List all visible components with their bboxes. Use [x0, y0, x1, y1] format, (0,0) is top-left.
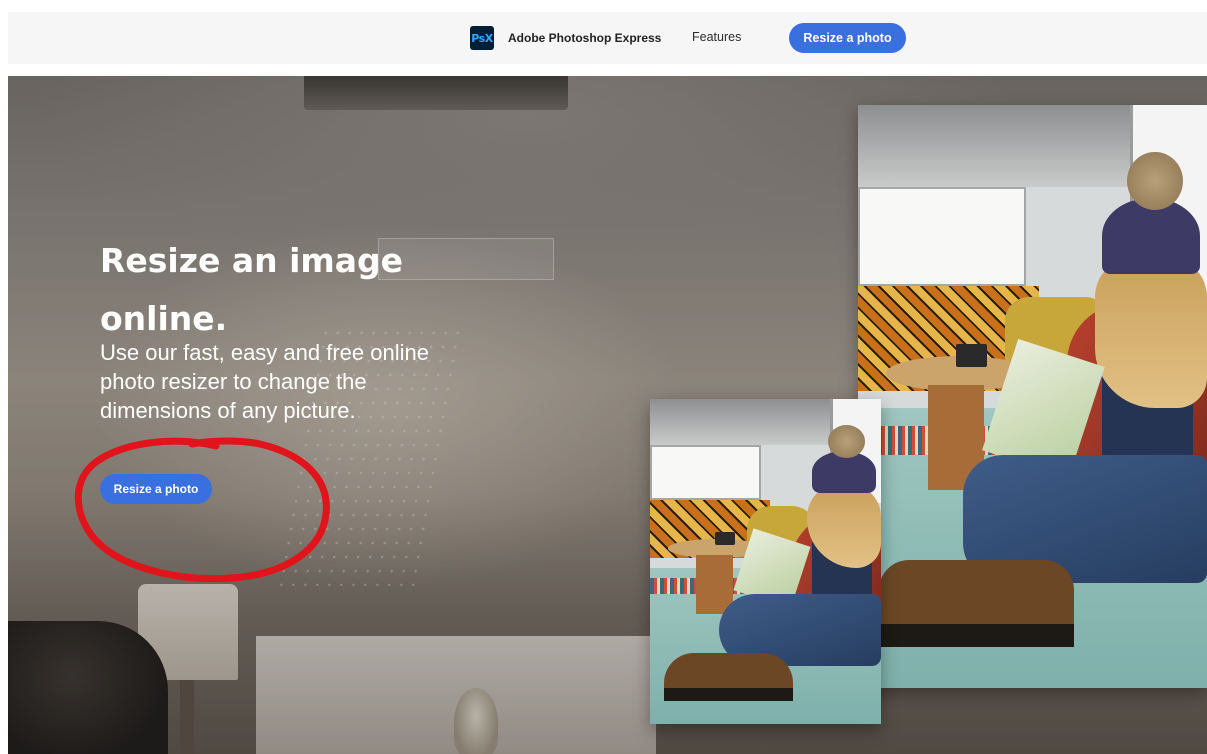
psx-logo-icon: PsX: [470, 26, 494, 50]
scene-camera: [714, 532, 736, 546]
hero-section: Resize an image online. Use our fast, ea…: [8, 76, 1207, 754]
scene-camera: [955, 344, 988, 368]
scene-pompom: [1126, 151, 1183, 210]
airstream-scene: [858, 105, 1207, 688]
large-sample-photo: [858, 105, 1207, 688]
scene-boot-soles: [663, 688, 794, 702]
hero-subtitle: Use our fast, easy and free online photo…: [100, 340, 429, 423]
scene-pompom: [827, 425, 865, 458]
hero-resize-photo-button[interactable]: Resize a photo: [100, 474, 212, 504]
scene-window: [650, 444, 761, 500]
brand-link[interactable]: PsX Adobe Photoshop Express: [470, 25, 661, 51]
features-link[interactable]: Features: [692, 30, 741, 44]
airstream-scene-small: [650, 399, 881, 724]
nav-resize-photo-button[interactable]: Resize a photo: [789, 23, 906, 53]
top-nav: PsX Adobe Photoshop Express Features Res…: [8, 12, 1207, 64]
brand-name: Adobe Photoshop Express: [508, 31, 662, 45]
scene-boot-soles: [878, 623, 1075, 648]
small-sample-photo: [650, 399, 881, 724]
scene-hair: [1095, 256, 1207, 409]
scene-window: [858, 186, 1026, 286]
hero-title: Resize an image online.: [100, 241, 404, 338]
